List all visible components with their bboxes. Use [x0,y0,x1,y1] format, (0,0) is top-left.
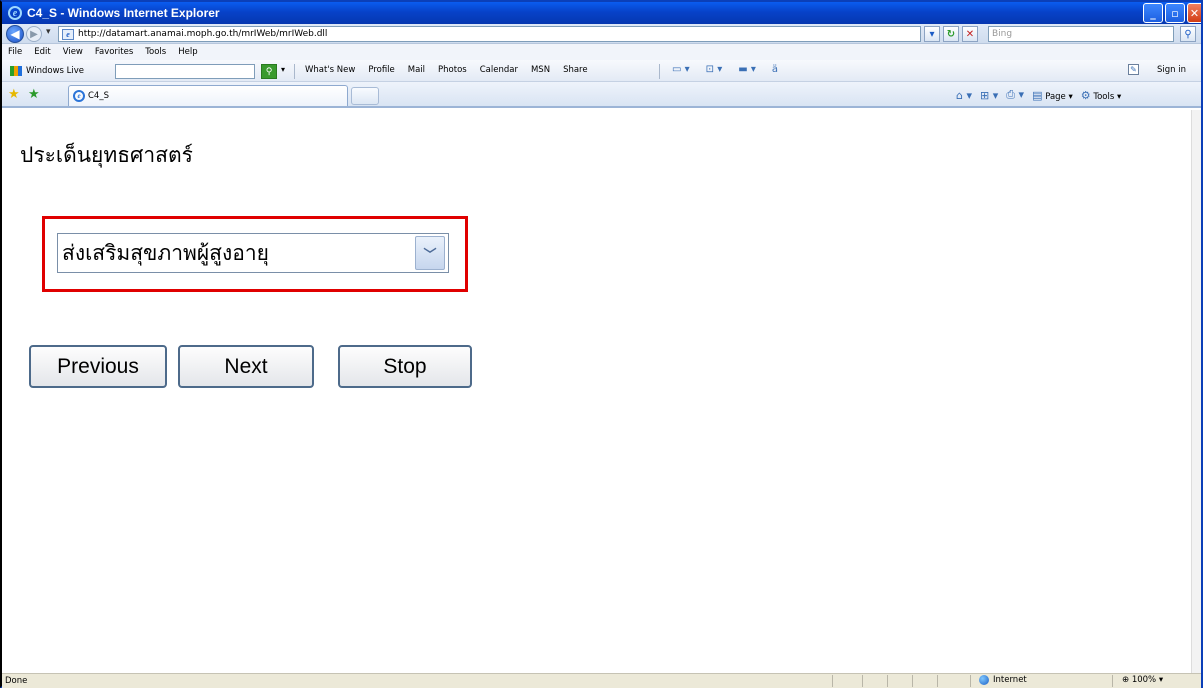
messenger-icon[interactable]: ▭ ▾ [672,64,690,75]
back-button[interactable]: ◀ [6,25,24,43]
status-zone: Internet [993,675,1027,685]
status-divider [887,675,888,687]
live-link-calendar[interactable]: Calendar [480,65,518,75]
photo-share-icon[interactable]: ⊡ ▾ [706,64,723,75]
title-bar: e C4_S - Windows Internet Explorer _ ▫ ✕ [2,2,1201,24]
windows-live-toolbar: Windows Live ⚲ ▾ What's New Profile Mail… [2,60,1201,82]
live-search-input[interactable] [115,64,255,79]
menu-favorites[interactable]: Favorites [95,47,133,57]
tab-title: C4_S [88,91,109,101]
menu-file[interactable]: File [8,47,22,57]
toolbar-divider [659,64,660,79]
browser-window: e C4_S - Windows Internet Explorer _ ▫ ✕… [0,0,1203,688]
print-icon[interactable]: ⎙ ▾ [1006,88,1024,102]
tab-c4-s[interactable]: e C4_S [68,85,348,106]
status-divider [862,675,863,687]
recent-pages-dropdown[interactable]: ▾ [46,26,51,37]
pencil-icon[interactable]: ✎ [1128,64,1139,75]
live-link-mail[interactable]: Mail [408,65,425,75]
strategy-select-value: ส่งเสริมสุขภาพผู้สูงอายุ [62,240,269,265]
url-text: http://datamart.anamai.moph.go.th/mrIWeb… [78,29,328,39]
sign-in-link[interactable]: Sign in [1157,65,1186,75]
page-menu[interactable]: ▤ Page ▾ [1032,89,1073,102]
search-icon[interactable]: ⚲ [1180,26,1196,42]
maximize-button[interactable]: ▫ [1165,3,1185,23]
search-input[interactable]: Bing [988,26,1174,42]
address-toolbar: ◀ ▶ ▾ e http://datamart.anamai.moph.go.t… [2,24,1201,44]
status-divider [912,675,913,687]
favorites-star-icon[interactable]: ★ [8,87,20,102]
add-favorites-icon[interactable]: ★ [28,87,40,102]
next-button[interactable]: Next [178,345,314,388]
windows-live-logo-icon [10,65,22,76]
status-divider [832,675,833,687]
previous-button[interactable]: Previous [29,345,167,388]
menu-view[interactable]: View [63,47,83,57]
menu-bar: File Edit View Favorites Tools Help [2,44,1201,60]
stop-button[interactable]: Stop [338,345,472,388]
status-divider [970,675,971,687]
live-link-profile[interactable]: Profile [368,65,394,75]
chevron-down-icon[interactable]: ﹀ [415,236,445,270]
vertical-scrollbar[interactable] [1191,110,1201,673]
zoom-level: 100% [1131,675,1157,685]
status-divider [937,675,938,687]
window-title: C4_S - Windows Internet Explorer [27,6,220,20]
page-content: ประเด็นยุทธศาสตร์ ส่งเสริมสุขภาพผู้สูงอา… [2,110,1191,673]
status-bar: Done Internet ⊕ 100% ▾ [2,673,1201,688]
minimize-button[interactable]: _ [1143,3,1163,23]
status-divider [1112,675,1113,687]
stop-icon[interactable]: ✕ [962,26,978,42]
live-search-icon[interactable]: ⚲ [261,64,277,79]
page-icon: e [62,28,74,40]
feeds-icon[interactable]: ⊞ ▾ [980,89,998,102]
tab-ie-icon: e [73,90,85,102]
strategy-select[interactable]: ส่งเสริมสุขภาพผู้สูงอายุ ﹀ [57,233,449,273]
menu-edit[interactable]: Edit [34,47,50,57]
address-dropdown-button[interactable]: ▾ [924,26,940,42]
page-menu-label: Page [1045,91,1066,102]
gear-icon: ⚙ [1080,88,1091,102]
refresh-icon[interactable]: ↻ [943,26,959,42]
globe-icon [979,675,989,685]
status-text: Done [5,676,28,686]
menu-tools[interactable]: Tools [145,47,166,57]
live-link-whats-new[interactable]: What's New [305,65,355,75]
new-tab-button[interactable] [351,87,379,105]
windows-live-brand[interactable]: Windows Live [26,66,84,76]
tools-menu-label: Tools [1093,91,1115,102]
zoom-control[interactable]: ⊕ 100% ▾ [1122,675,1163,685]
live-search-dropdown[interactable]: ▾ [281,65,285,74]
toolbar-divider [294,64,295,79]
live-link-share[interactable]: Share [563,65,588,75]
forward-button[interactable]: ▶ [26,26,42,42]
live-link-photos[interactable]: Photos [438,65,467,75]
live-link-msn[interactable]: MSN [531,65,550,75]
address-field[interactable]: e http://datamart.anamai.moph.go.th/mrIW… [58,26,921,42]
page-icon: ▤ [1032,88,1043,102]
menu-help[interactable]: Help [178,47,197,57]
ie-logo-icon: e [8,6,22,20]
translate-icon[interactable]: ä [772,64,778,75]
page-heading: ประเด็นยุทธศาสตร์ [20,143,193,167]
home-icon[interactable]: ⌂ ▾ [956,89,972,102]
highlight-icon[interactable]: ▬ ▾ [738,64,756,75]
tab-bar: ★ ★ e C4_S ⌂ ▾ ⊞ ▾ ⎙ ▾ ▤ Page ▾ ⚙ Tools … [2,82,1201,108]
tools-menu[interactable]: ⚙ Tools ▾ [1081,89,1122,102]
close-button[interactable]: ✕ [1187,3,1201,23]
